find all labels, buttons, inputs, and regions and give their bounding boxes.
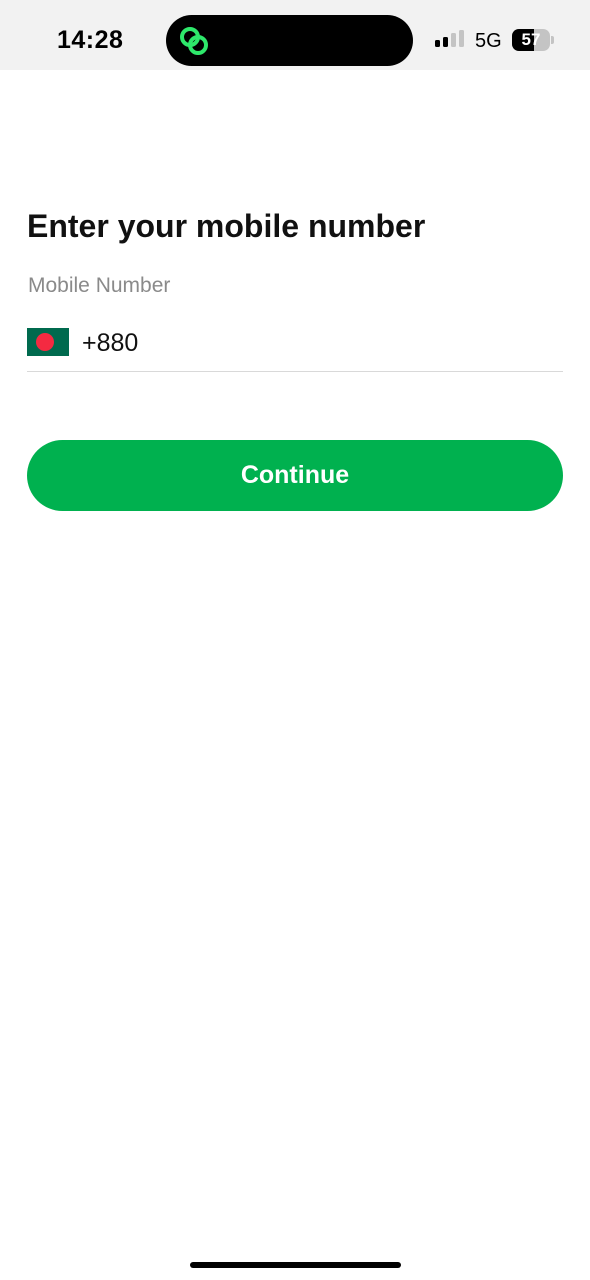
linked-rings-icon xyxy=(180,27,208,55)
mobile-number-field[interactable]: +880 xyxy=(27,320,563,372)
country-code: +880 xyxy=(82,329,139,357)
status-bar: 14:28 5G 57 xyxy=(0,0,590,70)
network-type: 5G xyxy=(475,30,502,52)
dynamic-island[interactable] xyxy=(166,15,413,66)
page-title: Enter your mobile number xyxy=(27,208,426,244)
continue-button[interactable]: Continue xyxy=(27,440,563,511)
mobile-number-label: Mobile Number xyxy=(28,274,171,297)
status-time: 14:28 xyxy=(57,26,124,54)
bangladesh-flag-icon[interactable] xyxy=(27,328,69,356)
battery-icon: 57 xyxy=(512,29,554,51)
phone-screen: 14:28 5G 57 Enter your mobile number Mob… xyxy=(0,0,590,1280)
battery-level: 57 xyxy=(521,30,541,49)
home-indicator[interactable] xyxy=(190,1262,401,1268)
cellular-signal-icon xyxy=(435,30,464,47)
